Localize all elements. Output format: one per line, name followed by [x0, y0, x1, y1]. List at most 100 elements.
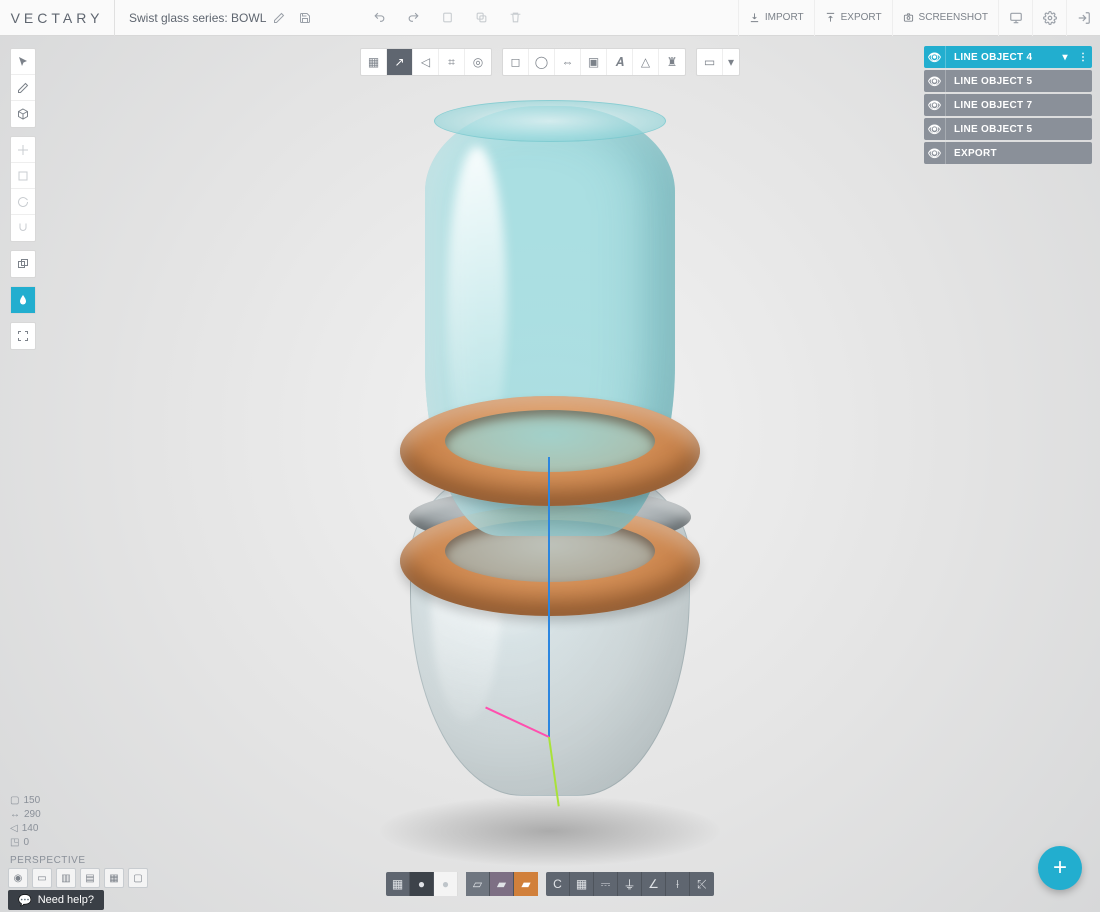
project-title: Swist glass series: BOWL [129, 11, 266, 25]
bc3-gridsnap-icon[interactable]: ▦ [570, 872, 594, 896]
redo-icon[interactable] [396, 0, 430, 36]
tc2-bbox[interactable]: ▣ [581, 49, 607, 75]
scene-row-0[interactable]: 👁 LINE OBJECT 4 ▾ ⋮ [924, 46, 1092, 68]
left-tool-group-4 [10, 286, 36, 314]
axis-gizmo [549, 736, 551, 738]
cut-icon[interactable] [430, 0, 464, 36]
bc3-angle-icon[interactable]: ∠ [642, 872, 666, 896]
visibility-icon[interactable]: 👁 [924, 94, 946, 116]
topbar: VECTARY Swist glass series: BOWL IMPORT … [0, 0, 1100, 36]
bc1-grid-icon[interactable]: ▦ [386, 872, 410, 896]
pen-tool[interactable] [11, 75, 35, 101]
tris-icon: ◁ [10, 822, 18, 836]
tc1-target-mode[interactable]: ◎ [465, 49, 491, 75]
tc2-link[interactable]: ⇔ [555, 49, 581, 75]
tc2-text[interactable]: 𝑨 [607, 49, 633, 75]
tc2-warning[interactable]: △ [633, 49, 659, 75]
scene-row-label: EXPORT [946, 148, 1092, 159]
scale-tool[interactable] [11, 163, 35, 189]
focus-tool[interactable] [11, 323, 35, 349]
tc1-face-mode[interactable]: ◁ [413, 49, 439, 75]
bc1-light-sphere-icon[interactable]: ● [434, 872, 458, 896]
material-tool[interactable] [11, 287, 35, 313]
export-label: EXPORT [841, 12, 882, 23]
camera-icon [903, 12, 914, 23]
tc3-folder[interactable]: ▭ [697, 49, 723, 75]
upload-icon [825, 12, 836, 23]
undo-icon[interactable] [362, 0, 396, 36]
bc-group-3: C ▦ ⎓ ⏚ ∠ ⟊ ⤪ [546, 872, 714, 896]
project-title-block: Swist glass series: BOWL [115, 5, 332, 31]
left-tool-group-2 [10, 136, 36, 242]
bc1-dark-sphere-icon[interactable]: ● [410, 872, 434, 896]
scene-row-label: LINE OBJECT 5 [946, 124, 1092, 135]
viewport-3d[interactable] [0, 36, 1100, 912]
import-label: IMPORT [765, 12, 804, 23]
logout-icon[interactable] [1066, 0, 1100, 36]
display-icon[interactable] [998, 0, 1032, 36]
rotate-tool[interactable] [11, 189, 35, 215]
export-button[interactable]: EXPORT [814, 0, 892, 36]
edit-title-icon[interactable] [266, 5, 292, 31]
screenshot-label: SCREENSHOT [919, 12, 988, 23]
plus-icon: + [1053, 854, 1067, 882]
visibility-icon[interactable]: 👁 [924, 70, 946, 92]
bc2-brush-a-icon[interactable]: ▱ [466, 872, 490, 896]
bc-group-2: ▱ ▰ ▰ [466, 872, 538, 896]
trash-icon[interactable] [498, 0, 532, 36]
chevron-down-icon[interactable]: ▾ [1056, 52, 1074, 63]
bc3-lock-icon[interactable]: ⏚ [618, 872, 642, 896]
visibility-icon[interactable]: 👁 [924, 46, 946, 68]
bc2-brush-b-icon[interactable]: ▰ [490, 872, 514, 896]
snap-tool[interactable] [11, 215, 35, 241]
model-wood-ring-upper [400, 396, 700, 506]
tc-group-1: ▦ ↗ ◁ ⌗ ◎ [360, 48, 492, 76]
bc3-attach-icon[interactable]: ⎓ [594, 872, 618, 896]
tc3-chevron-down-icon[interactable]: ▾ [723, 49, 739, 75]
bc2-brush-c-icon[interactable]: ▰ [514, 872, 538, 896]
stat-arrows: 290 [24, 808, 41, 822]
mesh-stats: ▢150 ↔290 ◁140 ◳0 [10, 794, 41, 850]
bc3-curve-icon[interactable]: C [546, 872, 570, 896]
bc3-axis-icon[interactable]: ⤪ [690, 872, 714, 896]
tc1-wire-mode[interactable]: ⌗ [439, 49, 465, 75]
bc-group-1: ▦ ● ● [386, 872, 458, 896]
download-icon [749, 12, 760, 23]
scene-row-label: LINE OBJECT 5 [946, 76, 1092, 87]
scene-row-2[interactable]: 👁 LINE OBJECT 7 [924, 94, 1092, 116]
left-tool-group-3 [10, 250, 36, 278]
boxes-icon: ▢ [10, 794, 19, 808]
scene-panel: 👁 LINE OBJECT 4 ▾ ⋮ 👁 LINE OBJECT 5 👁 LI… [924, 46, 1092, 164]
tc2-lasso[interactable]: ◯ [529, 49, 555, 75]
scene-row-4[interactable]: 👁 EXPORT [924, 142, 1092, 164]
more-icon[interactable]: ⋮ [1074, 52, 1092, 63]
ground-shadow [380, 796, 720, 866]
gear-icon[interactable] [1032, 0, 1066, 36]
stat-boxes: 150 [23, 794, 40, 808]
copy-icon[interactable] [464, 0, 498, 36]
move-tool[interactable] [11, 137, 35, 163]
tc-group-3: ▭ ▾ [696, 48, 740, 76]
bc3-measure-icon[interactable]: ⟊ [666, 872, 690, 896]
tc1-edge-mode[interactable]: ↗ [387, 49, 413, 75]
cube-tool[interactable] [11, 101, 35, 127]
mats-icon: ◳ [10, 836, 19, 850]
boolean-tool[interactable] [11, 251, 35, 277]
left-toolbar [10, 48, 36, 358]
screenshot-button[interactable]: SCREENSHOT [892, 0, 998, 36]
left-tool-group-5 [10, 322, 36, 350]
bottom-center-toolbar: ▦ ● ● ▱ ▰ ▰ C ▦ ⎓ ⏚ ∠ ⟊ ⤪ [0, 872, 1100, 896]
visibility-icon[interactable]: 👁 [924, 142, 946, 164]
save-icon[interactable] [292, 5, 318, 31]
app-logo[interactable]: VECTARY [0, 0, 115, 36]
tc2-marquee[interactable]: ◻ [503, 49, 529, 75]
add-fab[interactable]: + [1038, 846, 1082, 890]
tc2-tree[interactable]: ♜ [659, 49, 685, 75]
scene-row-3[interactable]: 👁 LINE OBJECT 5 [924, 118, 1092, 140]
import-button[interactable]: IMPORT [738, 0, 814, 36]
stat-mats: 0 [23, 836, 29, 850]
scene-row-label: LINE OBJECT 4 [946, 52, 1056, 63]
visibility-icon[interactable]: 👁 [924, 118, 946, 140]
tc1-grid-toggle[interactable]: ▦ [361, 49, 387, 75]
scene-row-1[interactable]: 👁 LINE OBJECT 5 [924, 70, 1092, 92]
